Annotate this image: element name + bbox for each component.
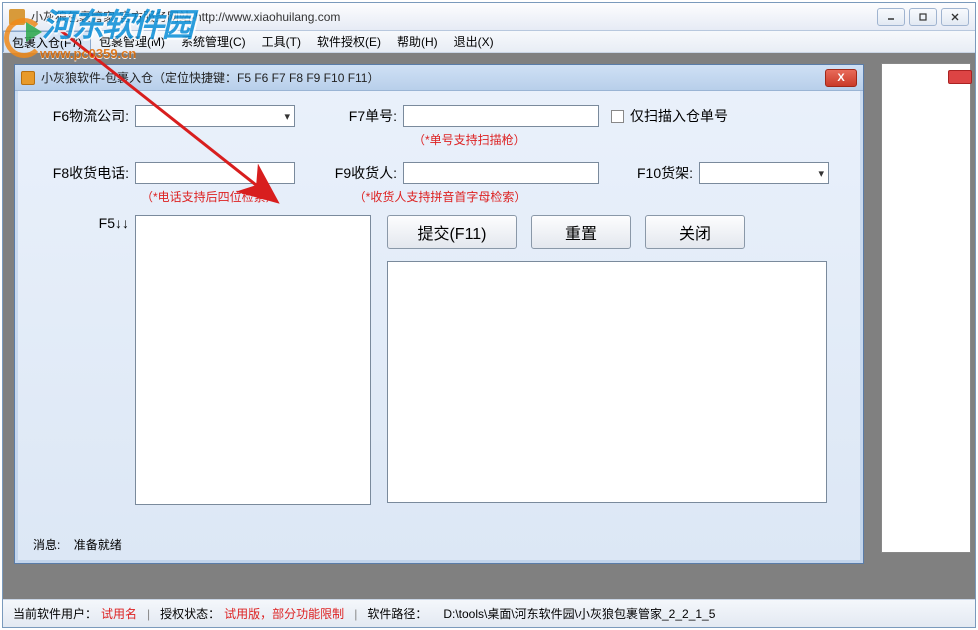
status-sep: | [147,607,150,621]
msg-value: 准备就绪 [74,538,122,552]
status-path-label: 软件路径： [367,605,427,622]
menu-tools[interactable]: 工具(T) [254,31,309,52]
msg-label: 消息: [33,538,60,552]
f7-label: F7单号: [333,106,403,126]
dialog-title: 小灰狼软件-包裹入仓（定位快捷键：F5 F6 F7 F8 F9 F10 F11） [41,69,825,86]
menu-help[interactable]: 帮助(H) [389,31,446,52]
scan-only-checkbox[interactable] [611,110,624,123]
f6-label: F6物流公司: [33,106,135,126]
f10-shelf-combo[interactable] [699,162,829,184]
menubar: 包裹入仓(F7) 包裹管理(M) 系统管理(C) 工具(T) 软件授权(E) 帮… [3,31,975,53]
f9-receiver-input[interactable] [403,162,599,184]
menu-package-in[interactable]: 包裹入仓(F7) [3,31,91,52]
submit-button[interactable]: 提交(F11) [387,215,517,249]
status-auth-value: 试用版，部分功能限制 [224,605,344,622]
menu-exit[interactable]: 退出(X) [446,31,502,52]
close-button[interactable] [941,8,969,26]
f10-label: F10货架: [619,163,699,183]
status-user-label: 当前软件用户： [13,605,97,622]
window-title: 小灰狼包裹管家-官方服务网站-http://www.xiaohuilang.co… [31,8,877,25]
f8-label: F8收货电话: [33,163,135,183]
titlebar[interactable]: 小灰狼包裹管家-官方服务网站-http://www.xiaohuilang.co… [3,3,975,31]
minimize-button[interactable] [877,8,905,26]
reset-button[interactable]: 重置 [531,215,631,249]
status-auth-label: 授权状态： [160,605,220,622]
f5-list-area[interactable] [135,215,371,505]
log-area[interactable] [387,261,827,503]
f8-hint: （*电话支持后四位检索） [141,188,278,205]
dialog-titlebar[interactable]: 小灰狼软件-包裹入仓（定位快捷键：F5 F6 F7 F8 F9 F10 F11）… [15,65,863,91]
app-icon [9,9,25,25]
f9-hint: （*收货人支持拼音首字母检索） [354,188,527,205]
scan-only-label: 仅扫描入仓单号 [630,106,728,126]
close-dialog-button[interactable]: 关闭 [645,215,745,249]
menu-license[interactable]: 软件授权(E) [309,31,389,52]
maximize-button[interactable] [909,8,937,26]
package-in-dialog: 小灰狼软件-包裹入仓（定位快捷键：F5 F6 F7 F8 F9 F10 F11）… [14,64,864,564]
menu-system-manage[interactable]: 系统管理(C) [173,31,254,52]
f7-hint: （*单号支持扫描枪） [413,131,526,148]
f8-phone-input[interactable] [135,162,295,184]
f7-order-input[interactable] [403,105,599,127]
f5-label: F5↓↓ [33,215,135,505]
statusbar: 当前软件用户： 试用名 | 授权状态： 试用版，部分功能限制 | 软件路径： D… [3,599,975,627]
dialog-close-button[interactable]: X [825,69,857,87]
status-user-value: 试用名 [101,605,137,622]
f6-logistics-combo[interactable] [135,105,295,127]
status-sep: | [354,607,357,621]
f9-label: F9收货人: [333,163,403,183]
menu-package-manage[interactable]: 包裹管理(M) [91,31,173,52]
dialog-icon [21,71,35,85]
background-window[interactable] [881,63,971,553]
status-path-value: D:\tools\桌面\河东软件园\小灰狼包裹管家_2_2_1_5 [443,605,715,622]
